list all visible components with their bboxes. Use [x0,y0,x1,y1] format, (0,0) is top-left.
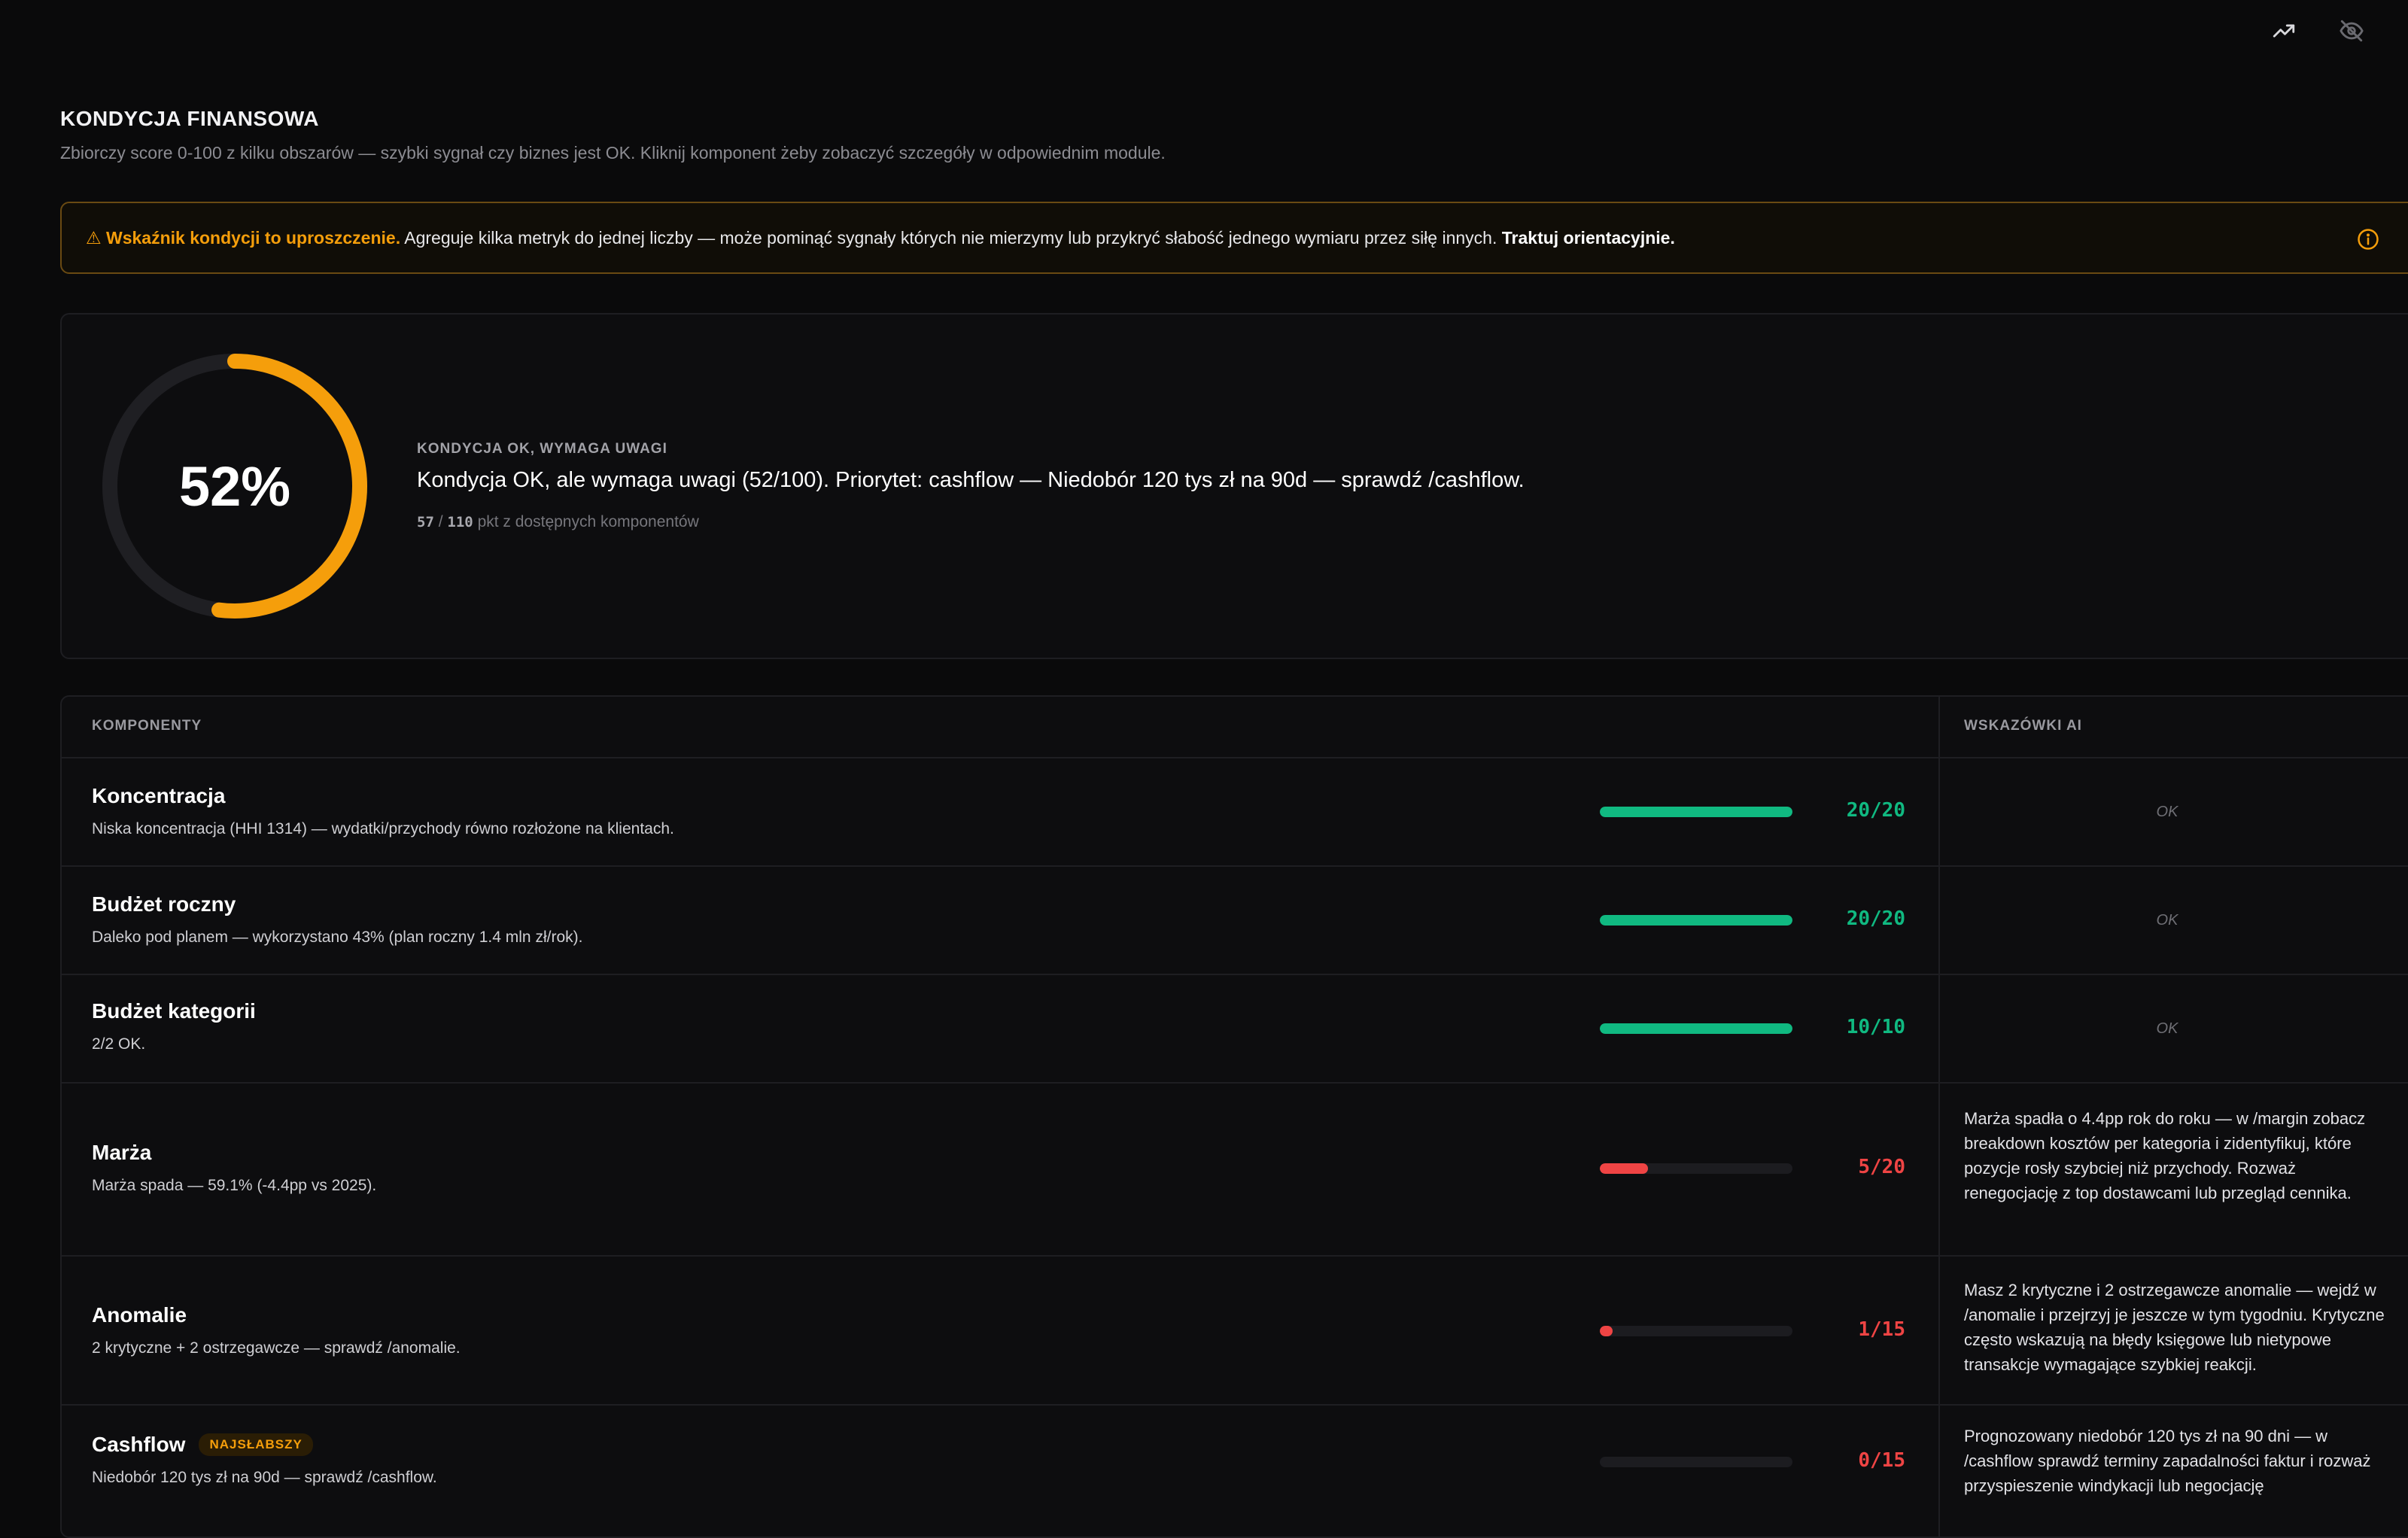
score-status: KONDYCJA OK, WYMAGA UWAGI [417,441,667,457]
component-row-cashflow[interactable]: Cashflow NAJSŁABSZY Niedobór 120 tys zł n… [62,1406,2408,1536]
component-row-budzet-kategorii[interactable]: Budżet kategorii 2/2 OK. 10/10 OK [62,975,2408,1084]
component-tip: Prognozowany niedobór 120 tys zł na 90 d… [1964,1427,2371,1495]
component-progress-bar [1600,1163,1792,1174]
score-headline: Kondycja OK, ale wymaga uwagi (52/100). … [417,468,1525,492]
trending-up-icon[interactable] [2270,17,2298,45]
component-tip: OK [2156,912,2178,929]
component-tip: OK [2156,804,2178,820]
components-table: KOMPONENTY WSKAZÓWKI AI Koncentracja Nis… [60,695,2408,1538]
component-name-text: Koncentracja [92,784,226,807]
component-score: 1/15 [1858,1318,1905,1341]
component-score: 0/15 [1858,1449,1905,1472]
component-name: Koncentracja [92,784,225,808]
component-row-marza[interactable]: Marża Marża spada — 59.1% (-4.4pp vs 202… [62,1084,2408,1257]
component-progress-bar [1600,1023,1792,1034]
component-name: Budżet kategorii [92,999,256,1023]
component-name: Cashflow NAJSŁABSZY [92,1433,313,1457]
warning-lead: ⚠ Wskaźnik kondycji to uproszczenie. [86,227,401,248]
component-name: Budżet roczny [92,892,236,916]
score-points-value: 57 [417,514,434,530]
component-tip: OK [2156,1020,2178,1037]
component-row-koncentracja[interactable]: Koncentracja Niska koncentracja (HHI 131… [62,758,2408,867]
top-toolbar [2270,17,2366,45]
component-name-text: Budżet kategorii [92,999,256,1023]
component-desc: Daleko pod planem — wykorzystano 43% (pl… [92,929,583,946]
table-header: KOMPONENTY WSKAZÓWKI AI [62,697,2408,758]
component-name-text: Marża [92,1141,152,1164]
warning-text: ⚠ Wskaźnik kondycji to uproszczenie. Agr… [86,228,1675,248]
score-points-sep: / [433,513,448,530]
weakest-badge: NAJSŁABSZY [199,1433,313,1456]
component-name: Marża [92,1141,151,1165]
score-points: 57 / 110 pkt z dostępnych komponentów [417,513,699,531]
component-name-text: Cashflow [92,1433,186,1456]
eye-off-icon[interactable] [2337,17,2366,45]
component-name-text: Budżet roczny [92,892,236,916]
component-score: 10/10 [1846,1016,1905,1038]
component-name: Anomalie [92,1303,187,1327]
score-points-suffix: pkt z dostępnych komponentów [473,513,699,530]
warning-body: Agreguje kilka metryk do jednej liczby —… [400,227,1502,248]
component-desc: 2 krytyczne + 2 ostrzegawcze — sprawdź /… [92,1339,461,1357]
score-percent: 52% [178,454,291,518]
warning-tail: Traktuj orientacyjnie. [1501,227,1675,248]
component-progress-fill [1600,1163,1648,1174]
component-score: 20/20 [1846,799,1905,822]
component-progress-fill [1600,915,1792,926]
page-title: KONDYCJA FINANSOWA [60,107,319,130]
component-desc: Niedobór 120 tys zł na 90d — sprawdź /ca… [92,1469,437,1486]
component-progress-bar [1600,915,1792,926]
component-progress-fill [1600,1326,1613,1336]
component-row-budzet-roczny[interactable]: Budżet roczny Daleko pod planem — wykorz… [62,867,2408,975]
component-desc: Niska koncentracja (HHI 1314) — wydatki/… [92,820,674,837]
score-card: 52% KONDYCJA OK, WYMAGA UWAGI Kondycja O… [60,313,2408,659]
component-name-text: Anomalie [92,1303,187,1327]
component-tip: Masz 2 krytyczne i 2 ostrzegawcze anomal… [1964,1281,2385,1374]
component-progress-fill [1600,1023,1792,1034]
component-row-anomalie[interactable]: Anomalie 2 krytyczne + 2 ostrzegawcze — … [62,1257,2408,1406]
header-ai-tips: WSKAZÓWKI AI [1964,718,2082,734]
component-desc: Marża spada — 59.1% (-4.4pp vs 2025). [92,1177,377,1194]
warning-banner: ⚠ Wskaźnik kondycji to uproszczenie. Agr… [60,202,2408,274]
component-progress-bar [1600,807,1792,817]
score-points-max: 110 [447,514,473,530]
component-progress-bar [1600,1457,1792,1467]
component-progress-fill [1600,807,1792,817]
page-subtitle: Zbiorczy score 0-100 z kilku obszarów — … [60,143,1166,163]
info-icon[interactable] [2357,228,2379,255]
header-components: KOMPONENTY [92,718,202,734]
component-tip: Marża spadła o 4.4pp rok do roku — w /ma… [1964,1109,2366,1202]
component-progress-bar [1600,1326,1792,1336]
component-score: 20/20 [1846,907,1905,930]
component-score: 5/20 [1858,1156,1905,1178]
component-desc: 2/2 OK. [92,1035,146,1053]
